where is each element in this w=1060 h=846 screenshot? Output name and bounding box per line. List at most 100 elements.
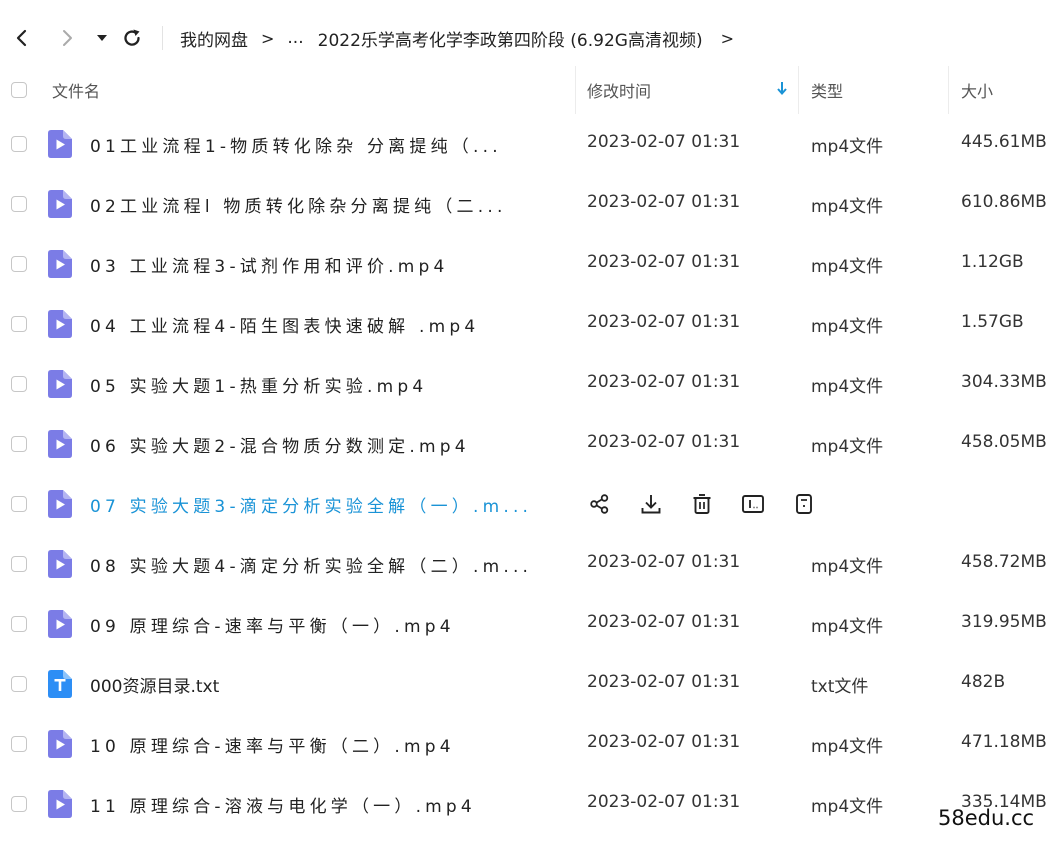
file-row[interactable]: 04 工业流程4-陌生图表快速破解 .mp4 2023-02-07 01:31 mp…: [0, 294, 1060, 354]
file-row[interactable]: 06 实验大题2-混合物质分数测定.mp4 2023-02-07 01:31 mp4…: [0, 414, 1060, 474]
download-icon[interactable]: [637, 490, 665, 518]
file-type: mp4文件: [811, 437, 884, 457]
file-name[interactable]: 02工业流程l 物质转化除杂分离提纯（二...: [90, 192, 560, 217]
rename-icon[interactable]: [739, 490, 767, 518]
column-divider[interactable]: [798, 66, 799, 114]
file-size: 445.61MB: [961, 132, 1047, 152]
file-size: 458.72MB: [961, 552, 1047, 572]
row-checkbox[interactable]: [11, 796, 27, 812]
row-checkbox[interactable]: [11, 316, 27, 332]
file-name[interactable]: 11 原理综合-溶液与电化学（一）.mp4: [90, 792, 560, 817]
breadcrumb-separator: >: [720, 28, 734, 48]
row-checkbox[interactable]: [11, 616, 27, 632]
chevron-left-icon: [16, 29, 27, 47]
video-file-icon: [48, 610, 72, 638]
refresh-icon: [124, 29, 140, 46]
file-row[interactable]: 07 实验大题3-滴定分析实验全解（一）.m...: [0, 474, 1060, 534]
row-checkbox[interactable]: [11, 676, 27, 692]
file-row[interactable]: 01工业流程1-物质转化除杂 分离提纯（... 2023-02-07 01:31 m…: [0, 114, 1060, 174]
file-type: mp4文件: [811, 377, 884, 397]
file-type: mp4文件: [811, 257, 884, 277]
file-size: 482B: [961, 672, 1006, 692]
file-name[interactable]: 09 原理综合-速率与平衡（一）.mp4: [90, 612, 560, 637]
file-row[interactable]: 08 实验大题4-滴定分析实验全解（二）.m... 2023-02-07 01:3…: [0, 534, 1060, 594]
row-checkbox[interactable]: [11, 436, 27, 452]
row-checkbox[interactable]: [11, 136, 27, 152]
file-name[interactable]: 06 实验大题2-混合物质分数测定.mp4: [90, 432, 560, 457]
file-row[interactable]: 000资源目录.txt 2023-02-07 01:31 txt文件 482B: [0, 654, 1060, 714]
file-name[interactable]: 07 实验大题3-滴定分析实验全解（一）.m...: [90, 492, 560, 517]
file-modified-time: 2023-02-07 01:31: [587, 732, 741, 752]
file-name[interactable]: 04 工业流程4-陌生图表快速破解 .mp4: [90, 312, 560, 337]
video-file-icon: [48, 430, 72, 458]
file-type: mp4文件: [811, 197, 884, 217]
file-type: mp4文件: [811, 557, 884, 577]
file-modified-time: 2023-02-07 01:31: [587, 312, 741, 332]
file-size: 610.86MB: [961, 192, 1047, 212]
file-modified-time: 2023-02-07 01:31: [587, 792, 741, 812]
file-name[interactable]: 000资源目录.txt: [90, 672, 560, 697]
select-all-checkbox[interactable]: [11, 82, 27, 98]
video-file-icon: [48, 550, 72, 578]
file-modified-time: 2023-02-07 01:31: [587, 432, 741, 452]
file-type: mp4文件: [811, 797, 884, 817]
caret-down-icon: [97, 35, 107, 41]
forward-button[interactable]: [53, 24, 81, 52]
row-actions: [586, 490, 841, 518]
video-file-icon: [48, 310, 72, 338]
file-size: 1.12GB: [961, 252, 1024, 272]
row-checkbox[interactable]: [11, 196, 27, 212]
file-type: txt文件: [811, 677, 869, 697]
more-icon[interactable]: [790, 490, 818, 518]
file-row[interactable]: 03 工业流程3-试剂作用和评价.mp4 2023-02-07 01:31 mp4文…: [0, 234, 1060, 294]
file-list-header: 文件名 修改时间 类型 大小: [0, 66, 1060, 114]
breadcrumb-item-current[interactable]: 2022乐学高考化学李政第四阶段 (6.92G高清视频): [318, 26, 703, 51]
file-size: 304.33MB: [961, 372, 1047, 392]
refresh-button[interactable]: [118, 24, 146, 52]
file-name[interactable]: 05 实验大题1-热重分析实验.mp4: [90, 372, 560, 397]
toolbar: 我的网盘 > ... 2022乐学高考化学李政第四阶段 (6.92G高清视频) …: [0, 0, 1060, 76]
file-type: mp4文件: [811, 137, 884, 157]
video-file-icon: [48, 490, 72, 518]
file-size: 458.05MB: [961, 432, 1047, 452]
file-type: mp4文件: [811, 737, 884, 757]
breadcrumb-item-root[interactable]: 我的网盘: [180, 26, 248, 51]
file-type: mp4文件: [811, 317, 884, 337]
column-divider[interactable]: [948, 66, 949, 114]
share-icon[interactable]: [586, 490, 614, 518]
file-name[interactable]: 10 原理综合-速率与平衡（二）.mp4: [90, 732, 560, 757]
row-checkbox[interactable]: [11, 556, 27, 572]
file-modified-time: 2023-02-07 01:31: [587, 372, 741, 392]
video-file-icon: [48, 130, 72, 158]
file-name[interactable]: 01工业流程1-物质转化除杂 分离提纯（...: [90, 132, 560, 157]
breadcrumb-item-ellipsis[interactable]: ...: [287, 28, 303, 48]
video-file-icon: [48, 190, 72, 218]
column-header-type[interactable]: 类型: [811, 78, 843, 102]
row-checkbox[interactable]: [11, 736, 27, 752]
row-checkbox[interactable]: [11, 496, 27, 512]
column-divider[interactable]: [575, 66, 576, 114]
video-file-icon: [48, 730, 72, 758]
sort-descending-icon[interactable]: [775, 80, 789, 100]
back-button[interactable]: [8, 24, 36, 52]
file-modified-time: 2023-02-07 01:31: [587, 252, 741, 272]
column-header-modified[interactable]: 修改时间: [587, 78, 651, 102]
column-header-size[interactable]: 大小: [961, 78, 993, 102]
file-name[interactable]: 08 实验大题4-滴定分析实验全解（二）.m...: [90, 552, 560, 577]
history-dropdown-button[interactable]: [88, 24, 116, 52]
file-type: mp4文件: [811, 617, 884, 637]
file-size: 1.57GB: [961, 312, 1024, 332]
file-row[interactable]: 02工业流程l 物质转化除杂分离提纯（二... 2023-02-07 01:31 m…: [0, 174, 1060, 234]
file-row[interactable]: 11 原理综合-溶液与电化学（一）.mp4 2023-02-07 01:31 mp4…: [0, 774, 1060, 834]
column-header-name[interactable]: 文件名: [52, 78, 100, 102]
file-name[interactable]: 03 工业流程3-试剂作用和评价.mp4: [90, 252, 560, 277]
text-file-icon: [48, 670, 72, 698]
row-checkbox[interactable]: [11, 376, 27, 392]
delete-icon[interactable]: [688, 490, 716, 518]
file-row[interactable]: 10 原理综合-速率与平衡（二）.mp4 2023-02-07 01:31 mp4文…: [0, 714, 1060, 774]
file-row[interactable]: 05 实验大题1-热重分析实验.mp4 2023-02-07 01:31 mp4文件…: [0, 354, 1060, 414]
breadcrumb: 我的网盘 > ... 2022乐学高考化学李政第四阶段 (6.92G高清视频) …: [180, 25, 747, 51]
row-checkbox[interactable]: [11, 256, 27, 272]
file-row[interactable]: 09 原理综合-速率与平衡（一）.mp4 2023-02-07 01:31 mp4文…: [0, 594, 1060, 654]
video-file-icon: [48, 790, 72, 818]
